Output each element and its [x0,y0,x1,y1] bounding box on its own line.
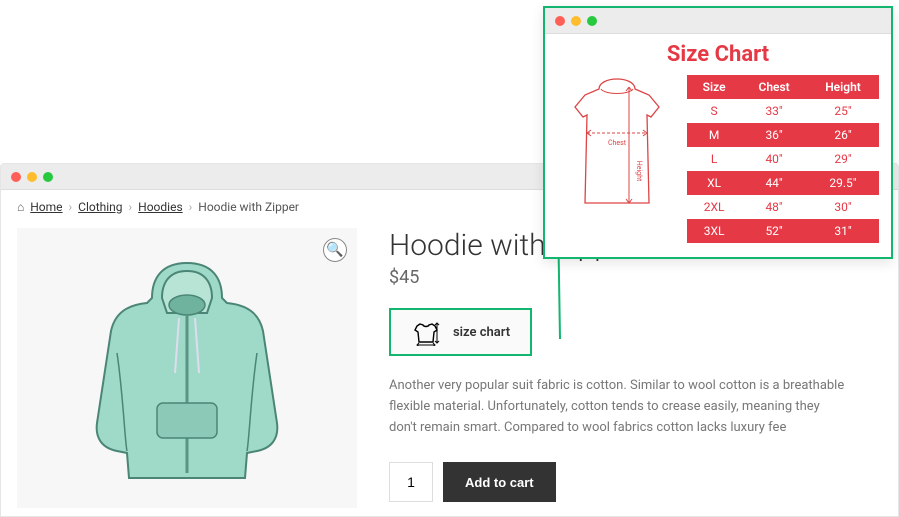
size-row: 2XL48"30" [687,195,879,219]
crumb-home[interactable]: Home [30,200,62,214]
size-row: M36"26" [687,123,879,147]
product-price: $45 [389,267,882,288]
height-label: Height [635,161,643,182]
th-size: Size [687,75,741,99]
size-row: XL44"29.5" [687,171,879,195]
crumb-current: Hoodie with Zipper [198,200,299,214]
product-gallery: 🔍 [17,228,357,508]
window-close-dot[interactable] [11,172,21,182]
size-chart-popup: Size Chart Chest Height Size Chest Heigh… [543,6,893,259]
add-to-cart-button[interactable]: Add to cart [443,462,556,502]
shirt-icon [411,318,441,346]
popup-chrome [545,8,891,34]
size-row: L40"29" [687,147,879,171]
popup-content: Chest Height Size Chest Height S33"25" M… [557,75,879,243]
home-icon: ⌂ [17,200,24,214]
product-layout: 🔍 Hoodie with Zipper $45 [1,220,898,516]
th-chest: Chest [741,75,807,99]
size-tbody: S33"25" M36"26" L40"29" XL44"29.5" 2XL48… [687,99,879,243]
crumb-hoodies[interactable]: Hoodies [138,200,183,214]
hoodie-image [67,243,307,493]
size-chart-label: size chart [453,325,510,340]
cart-row: Add to cart [389,462,882,502]
window-max-dot[interactable] [43,172,53,182]
window-min-dot[interactable] [27,172,37,182]
popup-max-dot[interactable] [587,16,597,26]
size-row: S33"25" [687,99,879,123]
product-description: Another very popular suit fabric is cott… [389,376,849,438]
size-table: Size Chest Height S33"25" M36"26" L40"29… [687,75,879,243]
quantity-input[interactable] [389,462,433,502]
size-diagram: Chest Height [557,75,677,215]
th-height: Height [807,75,879,99]
size-chart-title: Size Chart [557,42,879,67]
popup-close-dot[interactable] [555,16,565,26]
popup-body: Size Chart Chest Height Size Chest Heigh… [545,34,891,257]
chest-label: Chest [608,139,627,147]
popup-min-dot[interactable] [571,16,581,26]
product-info: Hoodie with Zipper $45 size chart Anothe… [389,228,882,508]
zoom-icon[interactable]: 🔍 [323,238,347,262]
size-row: 3XL52"31" [687,219,879,243]
crumb-clothing[interactable]: Clothing [78,200,122,214]
size-chart-button[interactable]: size chart [389,308,532,356]
